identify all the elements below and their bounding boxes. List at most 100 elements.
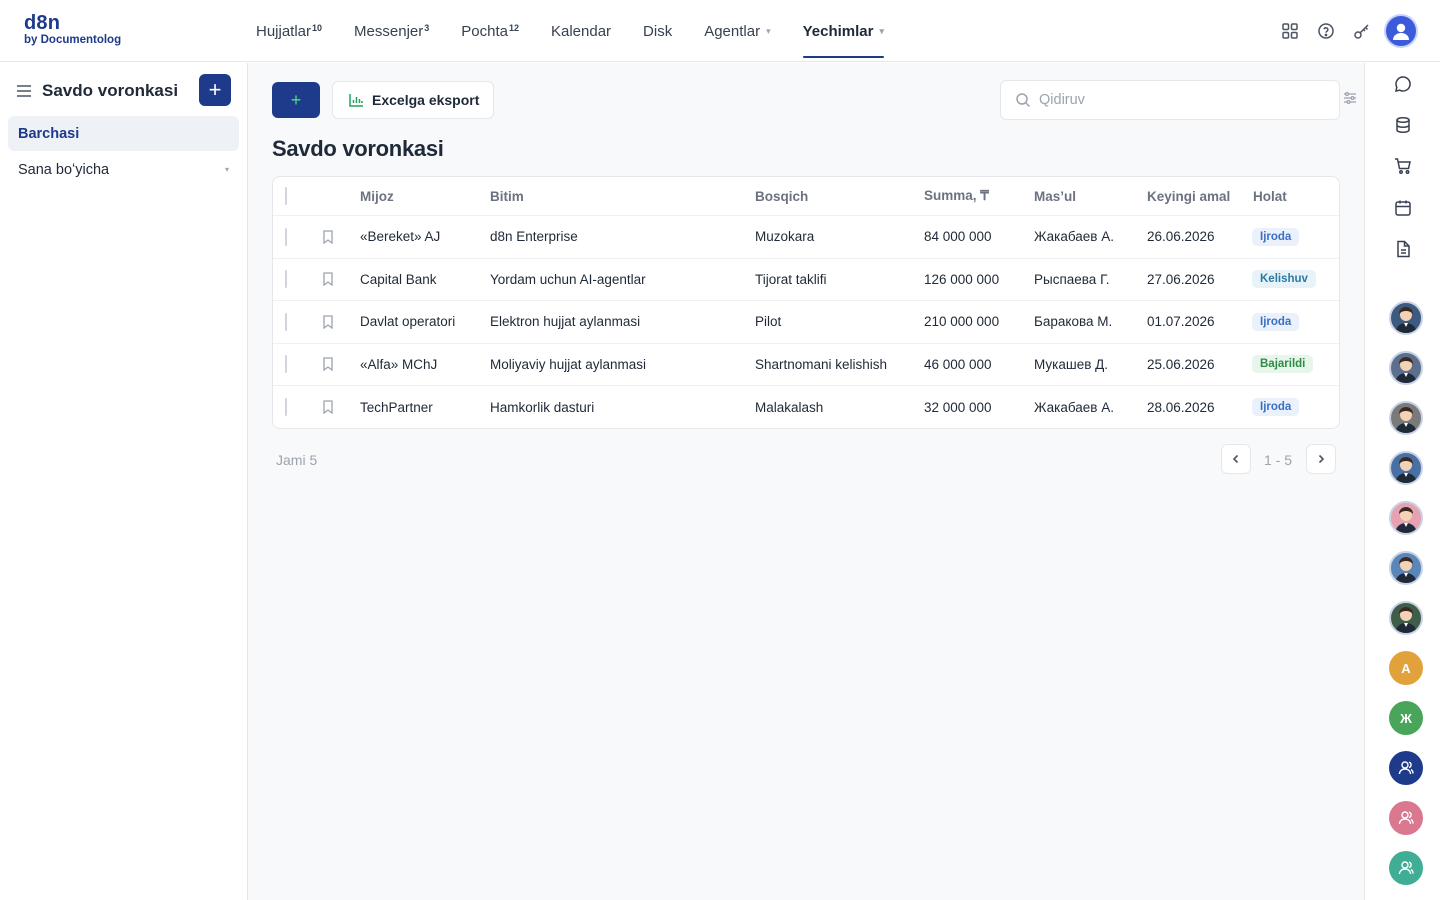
contact-avatar[interactable]: Ж: [1389, 701, 1423, 735]
right-rail: AЖ: [1364, 63, 1440, 900]
add-record-button[interactable]: +: [272, 82, 320, 118]
drag-handle: [285, 187, 287, 205]
table-cell: Баракова М.: [1034, 314, 1113, 330]
table-cell: Hamkorlik dasturi: [490, 399, 595, 415]
person-photo-icon: [1395, 507, 1417, 533]
table-cell: 210 000 000: [924, 314, 1000, 330]
column-header[interactable]: Mas’ul: [1034, 189, 1076, 204]
column-header[interactable]: Holat: [1253, 189, 1287, 204]
contact-avatar[interactable]: [1389, 301, 1423, 335]
nav-label: Pochta: [461, 22, 508, 40]
brand-logo[interactable]: d8n by Documentolog: [24, 13, 121, 47]
table-cell: 32 000 000: [924, 399, 992, 415]
table-cell: 46 000 000: [924, 356, 992, 372]
drag-handle[interactable]: [285, 355, 287, 374]
status-badge: Ijroda: [1252, 227, 1300, 246]
table-cell: Мукашев Д.: [1034, 356, 1109, 372]
chevron-left-icon: [1232, 454, 1239, 464]
contact-avatar[interactable]: [1389, 401, 1423, 435]
help-icon[interactable]: [1308, 13, 1344, 49]
sidebar-item-by-date[interactable]: Sana boʻyicha ▾: [8, 152, 239, 187]
table-cell: 26.06.2026: [1147, 229, 1215, 245]
nav-item-messenjer[interactable]: Messenjer 3: [354, 0, 429, 62]
nav-item-kalendar[interactable]: Kalendar: [551, 0, 611, 62]
top-bar: d8n by Documentolog Hujjatlar 10 Messenjer…: [0, 0, 1440, 62]
search-input[interactable]: [1039, 92, 1319, 108]
document-icon[interactable]: [1392, 238, 1414, 260]
contact-avatar[interactable]: [1389, 851, 1423, 885]
contact-avatar[interactable]: [1389, 451, 1423, 485]
nav-label: Disk: [643, 22, 673, 40]
person-photo-icon: [1395, 457, 1417, 483]
table-cell: Жакабаев А.: [1034, 399, 1114, 415]
contact-avatar[interactable]: A: [1389, 651, 1423, 685]
status-badge: Bajarildi: [1252, 355, 1314, 374]
menu-icon[interactable]: [16, 84, 32, 98]
chevron-down-icon: ▾: [766, 25, 771, 36]
database-icon[interactable]: [1392, 114, 1414, 136]
total-count: Jami 5: [276, 452, 318, 468]
apps-grid-icon[interactable]: [1272, 13, 1308, 49]
table-cell: TechPartner: [360, 399, 433, 415]
bookmark-icon[interactable]: [322, 357, 334, 372]
column-header[interactable]: Keyingi amal: [1147, 189, 1230, 204]
nav-item-disk[interactable]: Disk: [643, 0, 672, 62]
column-header[interactable]: Bitim: [490, 189, 524, 204]
drag-handle[interactable]: [285, 398, 287, 417]
nav-item-pochta[interactable]: Pochta 12: [461, 0, 519, 62]
nav-label: Kalendar: [550, 22, 612, 40]
contact-avatar[interactable]: [1389, 351, 1423, 385]
bookmark-icon[interactable]: [322, 400, 334, 415]
nav-item-agentlar[interactable]: Agentlar ▾: [704, 0, 770, 62]
drag-handle[interactable]: [285, 312, 287, 331]
bookmark-icon[interactable]: [322, 315, 334, 329]
export-excel-button[interactable]: Excelga eksport: [332, 81, 494, 119]
contact-avatar[interactable]: [1389, 601, 1423, 635]
person-photo-icon: [1395, 307, 1417, 333]
prev-page-button[interactable]: [1221, 444, 1251, 474]
search-box: [1000, 80, 1340, 120]
brand-name: d8n: [24, 12, 61, 34]
status-badge: Kelishuv: [1252, 270, 1316, 289]
user-icon: [1398, 861, 1414, 875]
bookmark-icon[interactable]: [322, 272, 334, 287]
table-cell: Shartnomani kelishish: [755, 356, 888, 372]
deals-table: Mijoz Bitim Bosqich Summa, ₸ Mas’ul Keyingi a…: [272, 176, 1340, 429]
chevron-right-icon: [1318, 454, 1325, 464]
top-icons: [1272, 0, 1440, 62]
bookmark-icon[interactable]: [322, 230, 334, 244]
nav-item-hujjatlar[interactable]: Hujjatlar 10: [256, 0, 322, 62]
table-row[interactable]: Davlat operatori Elektron hujjat aylanmas…: [273, 301, 1339, 344]
table-row[interactable]: «Alfa» MChJ Moliyaviy hujjat aylanmasi Sha…: [273, 344, 1339, 386]
contact-avatar[interactable]: [1389, 551, 1423, 585]
filter-settings-icon[interactable]: [1343, 91, 1357, 105]
drag-handle[interactable]: [285, 227, 287, 246]
table-row[interactable]: TechPartner Hamkorlik dasturi Malakalash 32…: [273, 386, 1339, 428]
column-header[interactable]: Summa, ₸: [924, 188, 989, 204]
key-icon[interactable]: [1344, 13, 1380, 49]
person-photo-icon: [1395, 357, 1417, 383]
nav-item-yechimlar[interactable]: Yechimlar ▾: [802, 0, 885, 62]
table-row[interactable]: «Bereket» AJ d8n Enterprise Muzokara 84 000…: [273, 216, 1339, 259]
column-header[interactable]: Bosqich: [755, 189, 808, 204]
table-row[interactable]: Capital Bank Yordam uchun AI-agentlar Tijo…: [273, 259, 1339, 301]
column-header[interactable]: Mijoz: [360, 189, 394, 204]
next-page-button[interactable]: [1306, 444, 1336, 474]
contact-avatar[interactable]: [1389, 751, 1423, 785]
table-cell: Muzokara: [755, 229, 815, 245]
table-cell: 28.06.2026: [1147, 399, 1215, 415]
search-icon: [1015, 92, 1031, 108]
main-nav: Hujjatlar 10 Messenjer 3 Pochta 12 Kalendar Dis…: [256, 0, 916, 62]
person-photo-icon: [1395, 607, 1417, 633]
user-avatar[interactable]: [1384, 14, 1418, 48]
contact-avatar[interactable]: [1389, 801, 1423, 835]
drag-handle[interactable]: [285, 270, 287, 289]
sidebar-item-all[interactable]: Barchasi: [8, 116, 239, 151]
cart-icon[interactable]: [1392, 155, 1414, 177]
sidebar-add-button[interactable]: +: [199, 74, 231, 106]
contact-avatar[interactable]: [1389, 501, 1423, 535]
sidebar-item-label: Barchasi: [18, 125, 80, 142]
chat-icon[interactable]: [1392, 73, 1414, 95]
table-cell: Moliyaviy hujjat aylanmasi: [490, 356, 647, 372]
calendar-icon[interactable]: [1392, 197, 1414, 219]
